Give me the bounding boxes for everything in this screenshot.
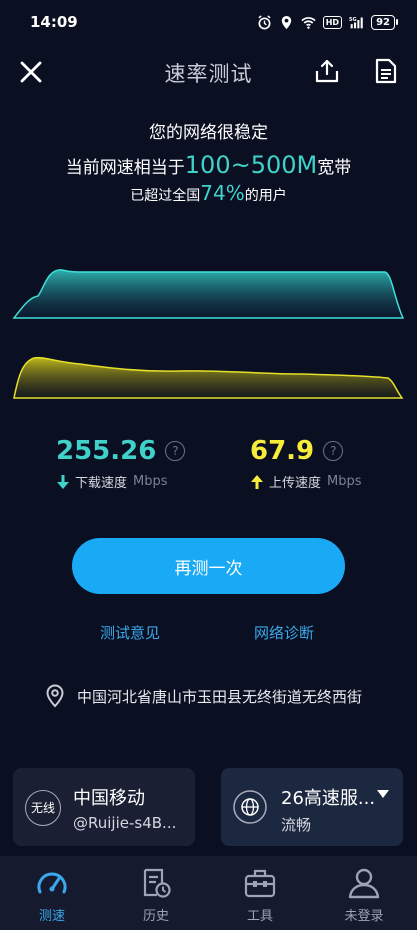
wireless-badge-icon: 无线 — [25, 790, 61, 826]
status-time: 14:09 — [30, 13, 78, 31]
tab-label: 测速 — [38, 909, 65, 924]
download-unit: Mbps — [133, 474, 168, 489]
location-text: 中国河北省唐山市玉田县无终街道无终西街 — [77, 687, 363, 706]
dropdown-caret-icon[interactable] — [377, 790, 389, 798]
tab-profile[interactable]: 未登录 — [312, 856, 416, 930]
retest-button[interactable]: 再测一次 — [72, 538, 345, 594]
user-icon — [348, 868, 380, 899]
bandwidth-range: 100~500M — [184, 151, 318, 179]
upload-arrow-icon — [251, 474, 263, 489]
status-icons: HD 5G 92 — [257, 14, 398, 30]
network-type: 5G — [349, 16, 357, 22]
server-status: 流畅 — [281, 816, 312, 834]
upload-speed-value: 67.9 — [250, 436, 315, 466]
location-pin-icon — [46, 684, 64, 708]
page-title: 速率测试 — [164, 62, 253, 86]
ranking-text: 已超过全国74%的用户 — [0, 181, 417, 205]
alarm-icon — [258, 14, 271, 29]
carrier-card[interactable]: 无线 中国移动 @Ruijie-s4B... — [13, 768, 195, 846]
server-name: 26高速服... — [281, 788, 376, 809]
location-row: 中国河北省唐山市玉田县无终街道无终西街 — [45, 684, 362, 708]
bandwidth-prefix: 当前网速相当于 — [65, 158, 185, 178]
download-label: 下载速度 — [75, 476, 128, 491]
toolbox-icon — [244, 869, 276, 898]
feedback-link[interactable]: 测试意见 — [100, 622, 160, 643]
bandwidth-text: 当前网速相当于100~500M宽带 — [0, 151, 417, 179]
upload-help-icon[interactable]: ? — [323, 441, 344, 461]
hd-badge-icon: HD — [322, 15, 343, 29]
report-icon[interactable] — [374, 58, 398, 84]
stability-text: 您的网络很稳定 — [149, 123, 268, 143]
tab-speedtest[interactable]: 测速 — [0, 856, 104, 930]
app-bar: 速率测试 — [0, 48, 417, 96]
tab-label: 工具 — [246, 909, 273, 924]
wifi-icon — [301, 16, 316, 29]
tab-history[interactable]: 历史 — [104, 856, 208, 930]
download-help-icon[interactable]: ? — [165, 441, 186, 461]
download-metric: 255.26 ? 下载速度 Mbps — [56, 436, 186, 491]
history-icon — [143, 868, 171, 898]
download-speed-value: 255.26 — [56, 436, 157, 466]
carrier-name: 中国移动 — [73, 788, 145, 809]
signal-icon: 5G — [349, 16, 363, 28]
wifi-ssid: @Ruijie-s4B... — [73, 814, 177, 832]
diagnose-link[interactable]: 网络诊断 — [254, 622, 314, 643]
tab-label: 历史 — [142, 909, 169, 924]
location-icon — [281, 15, 291, 29]
globe-icon — [233, 790, 267, 824]
bottom-tab-bar: 测速 历史 工具 未登录 — [0, 856, 417, 930]
upload-curve — [13, 356, 404, 399]
ranking-percent: 74% — [200, 181, 245, 205]
download-arrow-icon — [57, 474, 69, 489]
battery-level: 92 — [376, 16, 390, 28]
bandwidth-suffix: 宽带 — [317, 158, 352, 178]
speed-curves — [12, 269, 405, 399]
battery-icon: 92 — [371, 14, 398, 30]
tab-tools[interactable]: 工具 — [208, 856, 312, 930]
server-card[interactable]: 26高速服... 流畅 — [221, 768, 403, 846]
share-icon[interactable] — [314, 58, 340, 84]
ranking-prefix: 已超过全国 — [130, 188, 201, 204]
upload-unit: Mbps — [327, 474, 362, 489]
download-curve — [12, 269, 405, 319]
result-summary: 您的网络很稳定 当前网速相当于100~500M宽带 已超过全国74%的用户 — [0, 118, 417, 205]
upload-metric: 67.9 ? 上传速度 Mbps — [250, 436, 362, 491]
speedometer-icon — [37, 872, 67, 894]
status-bar: 14:09 HD 5G 92 — [0, 0, 417, 44]
tab-label: 未登录 — [344, 909, 384, 924]
upload-label: 上传速度 — [269, 476, 322, 491]
action-links: 测试意见 网络诊断 — [0, 622, 417, 644]
ranking-suffix: 的用户 — [244, 188, 287, 204]
